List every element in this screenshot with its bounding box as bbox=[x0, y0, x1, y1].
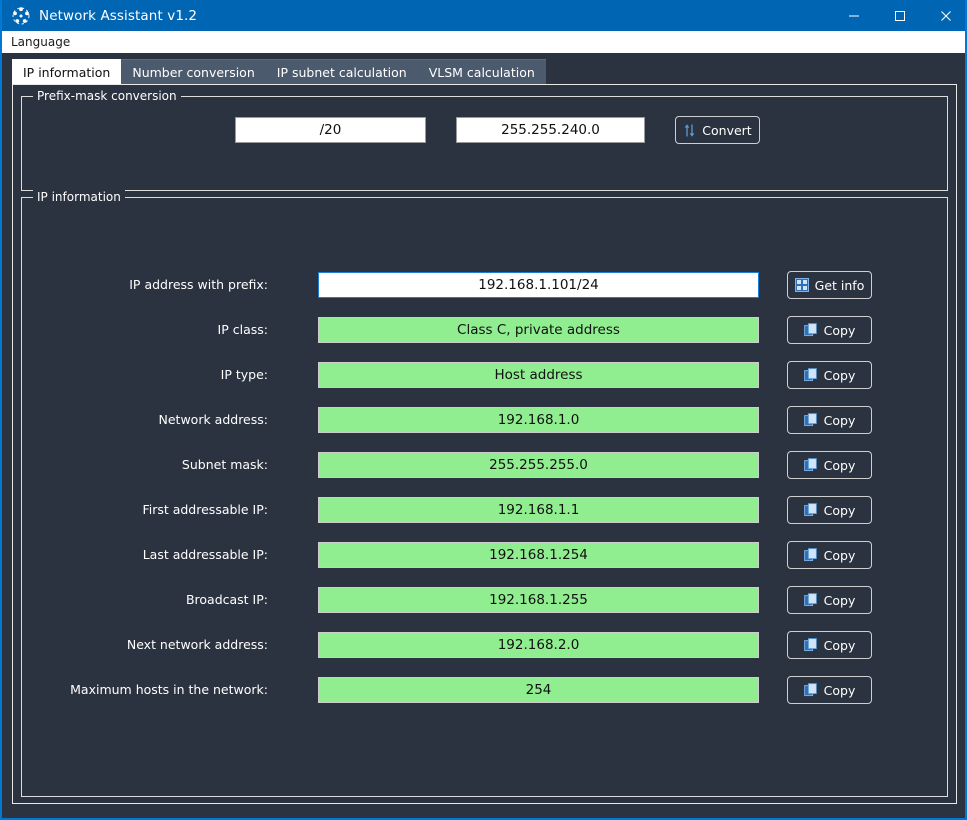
copy-button-next-network-address[interactable]: Copy bbox=[787, 631, 872, 659]
copy-button-label: Copy bbox=[823, 412, 856, 428]
copy-button-label: Copy bbox=[823, 682, 856, 698]
title-bar: Network Assistant v1.2 bbox=[2, 0, 965, 31]
copy-button-subnet-mask[interactable]: Copy bbox=[787, 451, 872, 479]
row-value-network-address bbox=[318, 407, 759, 433]
window-title: Network Assistant v1.2 bbox=[39, 7, 198, 24]
table-row: Maximum hosts in the network: Copy bbox=[22, 676, 947, 704]
row-value-subnet-mask bbox=[318, 452, 759, 478]
row-value-maximum-hosts bbox=[318, 677, 759, 703]
convert-button[interactable]: Convert bbox=[675, 116, 760, 144]
row-label-network-address: Network address: bbox=[158, 412, 269, 427]
copy-icon bbox=[803, 368, 818, 382]
tab-ip-information[interactable]: IP information bbox=[12, 59, 122, 84]
table-row: Subnet mask: Copy bbox=[22, 451, 947, 479]
row-value-ip-class bbox=[318, 317, 759, 343]
menu-item-language[interactable]: Language bbox=[2, 32, 78, 52]
ip-information-group: IP information IP address with prefix: 1… bbox=[21, 190, 948, 797]
copy-icon bbox=[803, 413, 818, 427]
table-row: Broadcast IP: Copy bbox=[22, 586, 947, 614]
table-row: Last addressable IP: Copy bbox=[22, 541, 947, 569]
copy-button-label: Copy bbox=[823, 457, 856, 473]
copy-icon bbox=[803, 323, 818, 337]
convert-button-label: Convert bbox=[702, 122, 752, 138]
get-info-button-label: Get info bbox=[814, 277, 865, 293]
row-label-maximum-hosts: Maximum hosts in the network: bbox=[70, 682, 268, 697]
copy-button-network-address[interactable]: Copy bbox=[787, 406, 872, 434]
copy-button-ip-type[interactable]: Copy bbox=[787, 361, 872, 389]
row-label-first-addressable-ip: First addressable IP: bbox=[142, 502, 268, 517]
subnet-mask-input[interactable] bbox=[456, 117, 645, 143]
application-window: Network Assistant v1.2 Language IP infor… bbox=[0, 0, 967, 820]
get-info-button[interactable]: Get info bbox=[787, 271, 872, 299]
copy-button-label: Copy bbox=[823, 367, 856, 383]
row-value-first-addressable-ip bbox=[318, 497, 759, 523]
copy-icon bbox=[803, 593, 818, 607]
row-value-next-network-address bbox=[318, 632, 759, 658]
table-row: IP class: Copy bbox=[22, 316, 947, 344]
maximize-button[interactable] bbox=[877, 0, 923, 31]
copy-button-label: Copy bbox=[823, 592, 856, 608]
close-button[interactable] bbox=[923, 0, 965, 31]
menu-bar: Language bbox=[2, 31, 965, 53]
copy-button-label: Copy bbox=[823, 547, 856, 563]
copy-button-ip-class[interactable]: Copy bbox=[787, 316, 872, 344]
tab-vlsm-calculation[interactable]: VLSM calculation bbox=[417, 59, 546, 84]
network-nodes-icon bbox=[10, 5, 32, 27]
table-row: Next network address: Copy bbox=[22, 631, 947, 659]
tab-strip: IP information Number conversion IP subn… bbox=[12, 59, 546, 84]
copy-icon bbox=[803, 638, 818, 652]
row-value-ip-address-with-prefix[interactable] bbox=[318, 272, 759, 298]
tab-page-ip-information: Prefix-mask conversion Convert IP inform… bbox=[12, 84, 957, 804]
copy-button-label: Copy bbox=[823, 322, 856, 338]
copy-icon bbox=[803, 683, 818, 697]
row-value-broadcast-ip bbox=[318, 587, 759, 613]
copy-icon bbox=[803, 548, 818, 562]
prefix-input[interactable] bbox=[235, 117, 426, 143]
window-controls bbox=[831, 0, 965, 31]
row-label-ip-type: IP type: bbox=[220, 367, 268, 382]
row-label-ip-address-with-prefix: IP address with prefix: bbox=[129, 277, 268, 292]
row-label-subnet-mask: Subnet mask: bbox=[181, 457, 268, 472]
prefix-mask-conversion-group: Prefix-mask conversion Convert bbox=[21, 89, 948, 191]
prefix-mask-group-title: Prefix-mask conversion bbox=[33, 89, 181, 103]
ip-information-rows: IP address with prefix: G bbox=[22, 198, 947, 796]
table-row: First addressable IP: Copy bbox=[22, 496, 947, 524]
copy-icon bbox=[803, 503, 818, 517]
up-down-arrows-icon bbox=[683, 123, 696, 138]
row-label-broadcast-ip: Broadcast IP: bbox=[185, 592, 268, 607]
row-value-last-addressable-ip bbox=[318, 542, 759, 568]
row-label-ip-class: IP class: bbox=[217, 322, 268, 337]
table-row: IP address with prefix: G bbox=[22, 271, 947, 299]
copy-icon bbox=[803, 458, 818, 472]
copy-button-maximum-hosts[interactable]: Copy bbox=[787, 676, 872, 704]
tab-ip-subnet-calculation[interactable]: IP subnet calculation bbox=[265, 59, 418, 84]
binary-grid-icon bbox=[794, 278, 809, 292]
row-value-ip-type bbox=[318, 362, 759, 388]
copy-button-broadcast-ip[interactable]: Copy bbox=[787, 586, 872, 614]
tab-number-conversion[interactable]: Number conversion bbox=[121, 59, 266, 84]
copy-button-last-addressable-ip[interactable]: Copy bbox=[787, 541, 872, 569]
copy-button-first-addressable-ip[interactable]: Copy bbox=[787, 496, 872, 524]
copy-button-label: Copy bbox=[823, 502, 856, 518]
row-label-next-network-address: Next network address: bbox=[126, 637, 268, 652]
minimize-button[interactable] bbox=[831, 0, 877, 31]
table-row: Network address: Copy bbox=[22, 406, 947, 434]
table-row: IP type: Copy bbox=[22, 361, 947, 389]
copy-button-label: Copy bbox=[823, 637, 856, 653]
row-label-last-addressable-ip: Last addressable IP: bbox=[142, 547, 268, 562]
